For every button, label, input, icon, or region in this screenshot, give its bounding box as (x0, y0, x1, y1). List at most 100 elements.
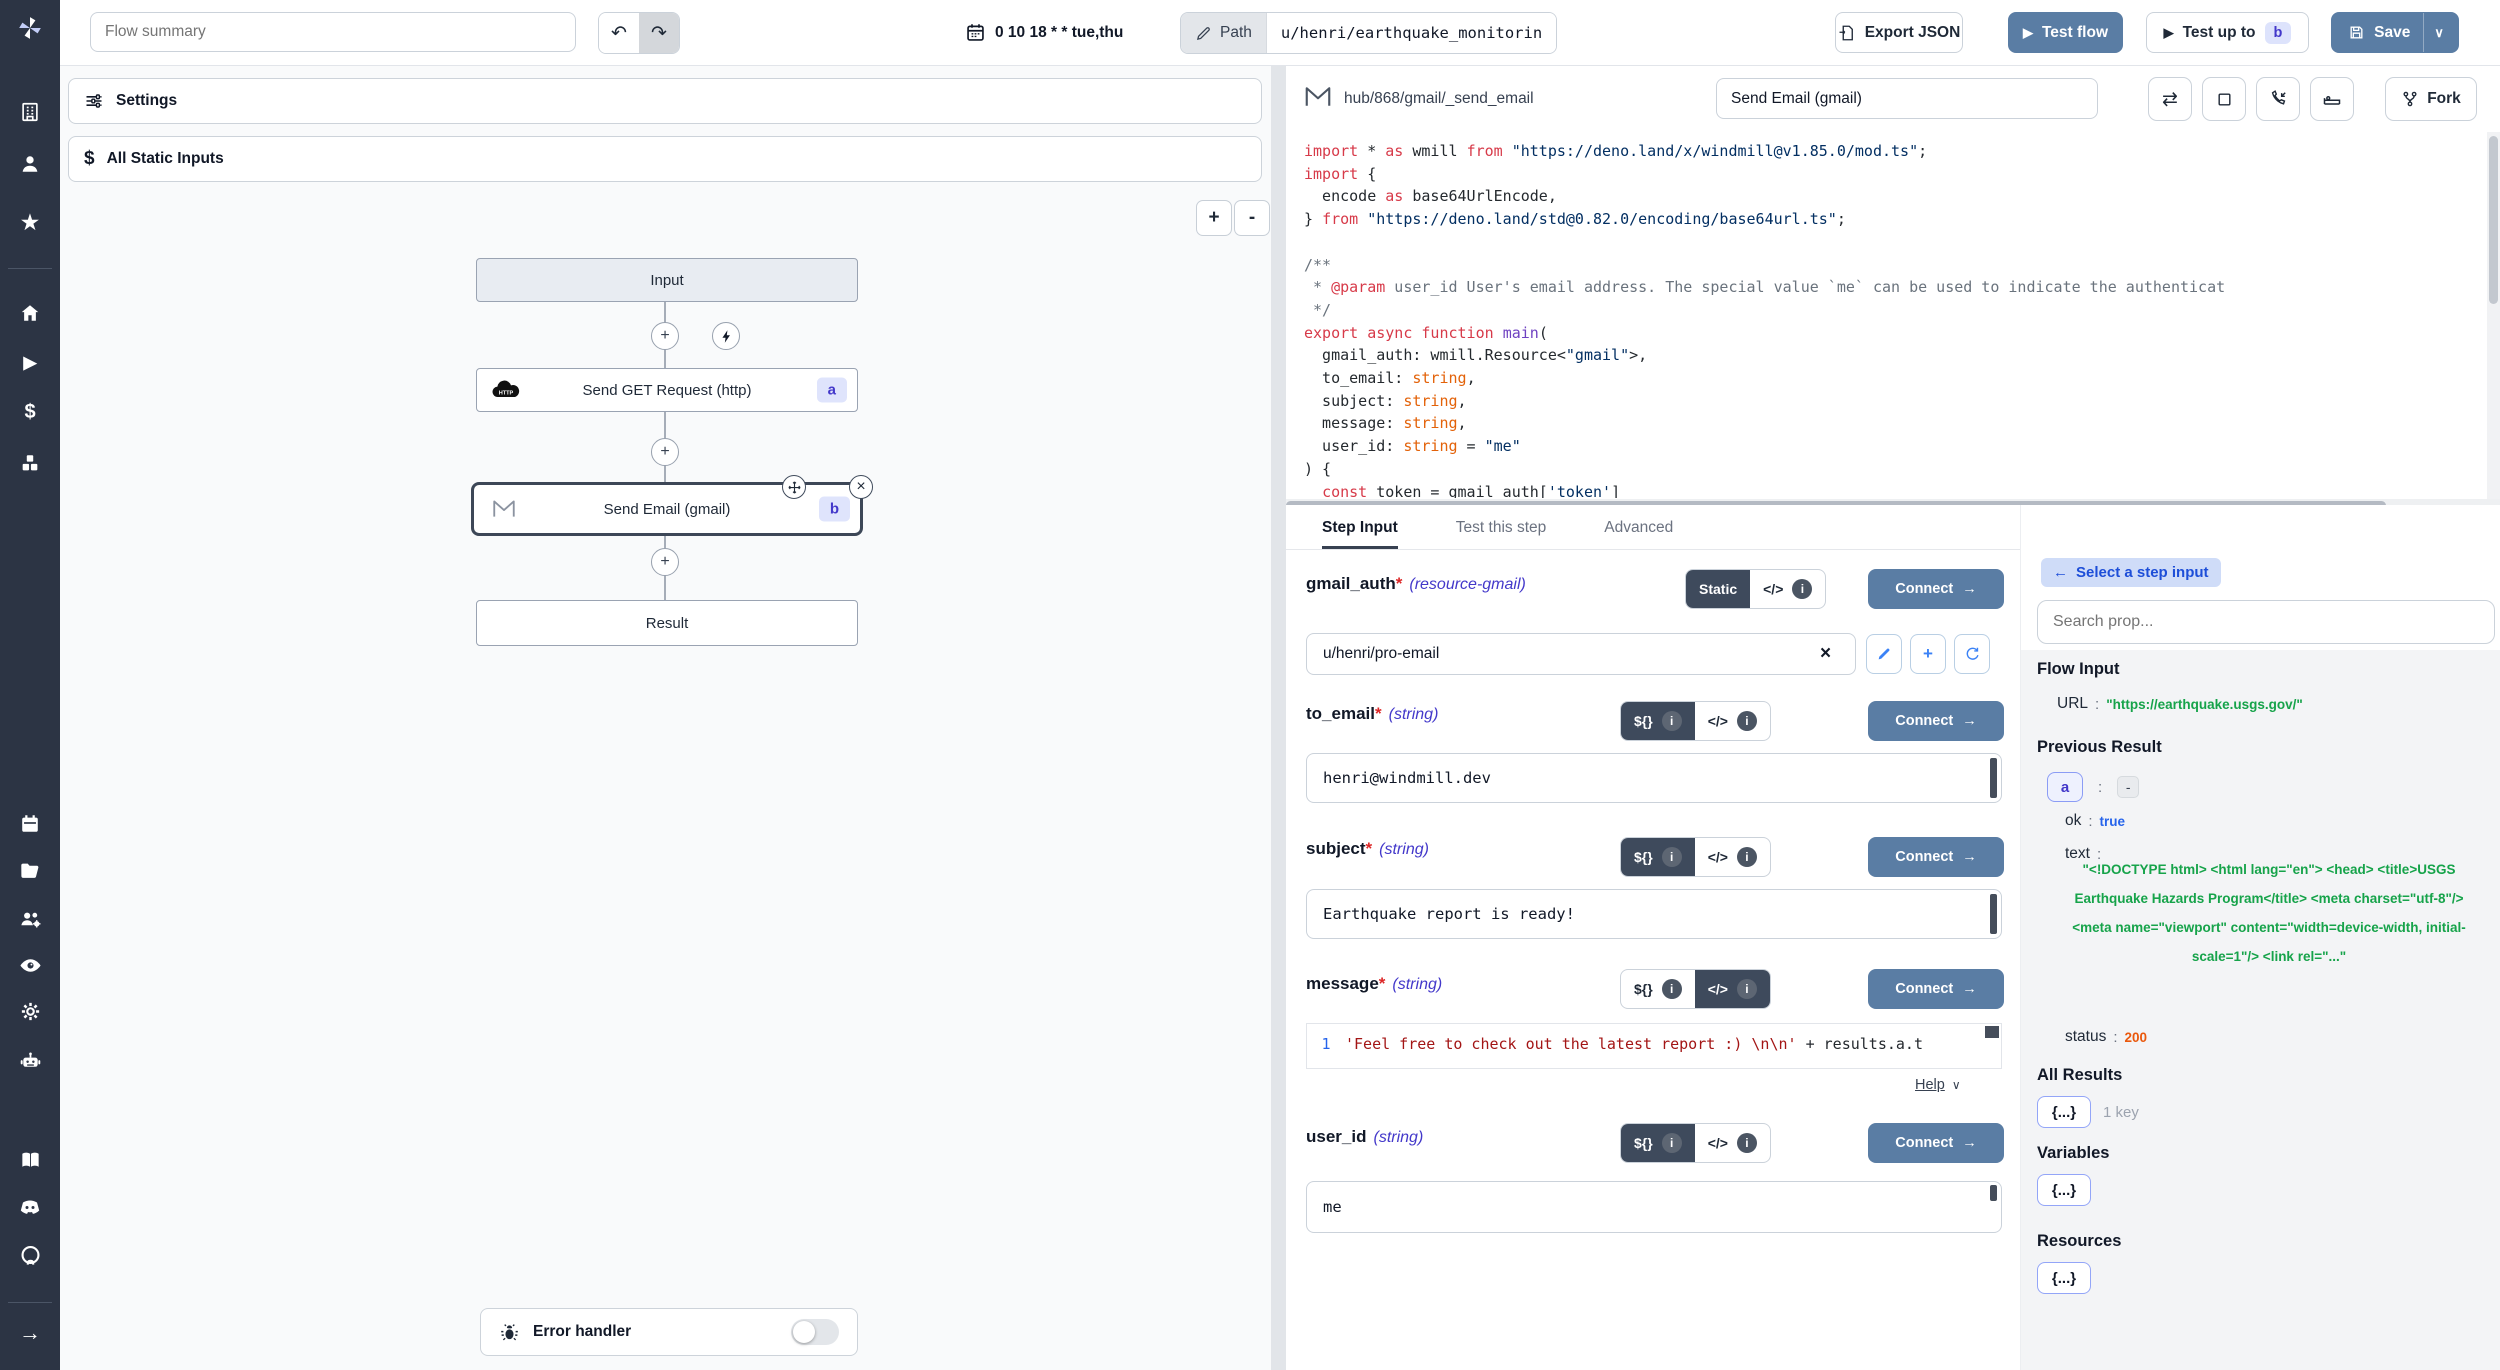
template-mode-button[interactable]: ${} i (1621, 970, 1695, 1008)
resources-cubes-icon[interactable] (17, 450, 43, 476)
phone-incoming-button[interactable] (2256, 77, 2300, 121)
test-up-to-button[interactable]: ▶ Test up to b (2146, 12, 2309, 53)
edit-resource-button[interactable] (1866, 634, 1902, 674)
connect-button-message[interactable]: Connect→ (1868, 969, 2004, 1009)
info-icon[interactable]: i (1662, 847, 1682, 867)
connect-button-gmail-auth[interactable]: Connect→ (1868, 569, 2004, 609)
text-value[interactable]: "<!DOCTYPE html> <html lang="en"> <head>… (2057, 855, 2481, 971)
result-ok-row[interactable]: ok: true (2065, 812, 2125, 830)
subject-input[interactable] (1306, 889, 2002, 939)
save-button[interactable]: Save ∨ (2331, 12, 2459, 53)
info-icon[interactable]: i (1737, 847, 1757, 867)
tab-test-this-step[interactable]: Test this step (1456, 519, 1546, 549)
zoom-out-button[interactable]: - (1234, 200, 1270, 236)
audit-eye-icon[interactable] (17, 952, 43, 978)
redo-button[interactable]: ↷ (639, 13, 679, 53)
code-mode-button[interactable]: </> i (1695, 970, 1770, 1008)
variables-json-badge[interactable]: {...} (2037, 1174, 2091, 1206)
gmail-auth-resource-input[interactable] (1306, 633, 1856, 675)
test-flow-button[interactable]: ▶ Test flow (2008, 12, 2123, 53)
tab-advanced[interactable]: Advanced (1604, 519, 1673, 549)
flow-node-get-request[interactable]: HTTP Send GET Request (http) a (476, 368, 858, 412)
code-mode-button[interactable]: </> i (1695, 1124, 1770, 1162)
connect-button-subject[interactable]: Connect→ (1868, 837, 2004, 877)
resources-json-badge[interactable]: {...} (2037, 1262, 2091, 1294)
variables-dollar-icon[interactable]: $ (17, 399, 43, 425)
code-mode-button[interactable]: </> i (1695, 702, 1770, 740)
zoom-in-button[interactable]: + (1196, 200, 1232, 236)
textarea-scrollbar[interactable] (1990, 1185, 1997, 1201)
collapse-button[interactable]: - (2117, 776, 2139, 798)
github-icon[interactable] (17, 1242, 43, 1268)
connect-button-to-email[interactable]: Connect→ (1868, 701, 2004, 741)
to-email-input[interactable] (1306, 753, 2002, 803)
path-edit-button[interactable]: Path (1181, 13, 1266, 53)
runs-play-icon[interactable]: ▶ (17, 349, 43, 375)
flow-node-result[interactable]: Result (476, 600, 858, 646)
bench-button[interactable] (2310, 77, 2354, 121)
code-editor[interactable]: import * as wmill from "https://deno.lan… (1286, 132, 2488, 498)
clear-resource-button[interactable]: × (1820, 643, 1831, 665)
schedule-display[interactable]: 0 10 18 * * tue,thu (965, 0, 1123, 65)
refresh-resource-button[interactable] (1954, 634, 1990, 674)
docs-book-icon[interactable] (17, 1147, 43, 1173)
export-json-button[interactable]: Export JSON (1835, 12, 1963, 53)
discord-icon[interactable] (17, 1194, 43, 1220)
info-icon[interactable]: i (1737, 979, 1757, 999)
all-results-json-badge[interactable]: {...} (2037, 1096, 2091, 1128)
groups-users-icon[interactable] (17, 906, 43, 932)
save-dropdown-button[interactable]: ∨ (2423, 13, 2454, 52)
code-mode-button[interactable]: </> i (1750, 570, 1825, 608)
info-icon[interactable]: i (1737, 711, 1757, 731)
template-mode-button[interactable]: ${} i (1621, 702, 1695, 740)
favorites-star-icon[interactable]: ★ (17, 210, 43, 236)
info-icon[interactable]: i (1662, 979, 1682, 999)
help-link[interactable]: Help∨ (1915, 1077, 1961, 1093)
settings-gear-icon[interactable] (17, 998, 43, 1024)
info-icon[interactable]: i (1737, 1133, 1757, 1153)
flow-input-url-row[interactable]: URL: "https://earthquake.usgs.gov/" (2057, 695, 2303, 713)
code-mode-button[interactable]: </> i (1695, 838, 1770, 876)
add-resource-button[interactable]: + (1910, 634, 1946, 674)
add-step-button[interactable]: + (651, 322, 679, 350)
select-step-input-chip[interactable]: ← Select a step input (2041, 558, 2221, 587)
expand-square-button[interactable] (2202, 77, 2246, 121)
template-mode-button[interactable]: ${} i (1621, 838, 1695, 876)
undo-button[interactable]: ↶ (599, 13, 639, 53)
message-expression-editor[interactable]: 1 'Feel free to check out the latest rep… (1306, 1023, 2002, 1069)
ai-robot-icon[interactable] (17, 1048, 43, 1074)
schedules-calendar-icon[interactable] (17, 811, 43, 837)
info-icon[interactable]: i (1792, 579, 1812, 599)
all-static-inputs-button[interactable]: $ All Static Inputs (68, 136, 1262, 182)
user-icon[interactable] (17, 151, 43, 177)
error-handler-toggle[interactable] (791, 1319, 839, 1345)
user-id-input[interactable] (1306, 1181, 2002, 1233)
static-mode-button[interactable]: Static (1686, 570, 1750, 608)
workspace-building-icon[interactable] (17, 99, 43, 125)
code-vscrollbar[interactable] (2487, 132, 2500, 499)
result-badge-a[interactable]: a (2047, 772, 2083, 802)
step-title-input[interactable] (1716, 78, 2098, 119)
fork-button[interactable]: Fork (2385, 77, 2477, 121)
textarea-scrollbar[interactable] (1990, 758, 1997, 798)
flow-node-input[interactable]: Input (476, 258, 858, 302)
connect-button-user-id[interactable]: Connect→ (1868, 1123, 2004, 1163)
collapse-arrow-right-icon[interactable]: → (17, 1320, 43, 1346)
tab-step-input[interactable]: Step Input (1322, 519, 1398, 549)
info-icon[interactable]: i (1662, 1133, 1682, 1153)
search-prop-input[interactable] (2037, 600, 2495, 644)
folders-icon[interactable] (17, 858, 43, 884)
flow-settings-button[interactable]: Settings (68, 78, 1262, 124)
textarea-scrollbar[interactable] (1990, 894, 1997, 934)
flow-summary-input[interactable] (90, 12, 576, 52)
trigger-lightning-button[interactable] (712, 322, 740, 350)
move-node-button[interactable] (782, 475, 806, 499)
scrollbar-thumb[interactable] (2489, 136, 2498, 304)
add-step-button[interactable]: + (651, 548, 679, 576)
home-icon[interactable] (17, 300, 43, 326)
add-step-button[interactable]: + (651, 438, 679, 466)
hub-script-path[interactable]: hub/868/gmail/_send_email (1344, 66, 1534, 132)
sync-swap-button[interactable]: ⇄ (2148, 77, 2192, 121)
windmill-logo-icon[interactable] (17, 15, 43, 41)
template-mode-button[interactable]: ${} i (1621, 1124, 1695, 1162)
